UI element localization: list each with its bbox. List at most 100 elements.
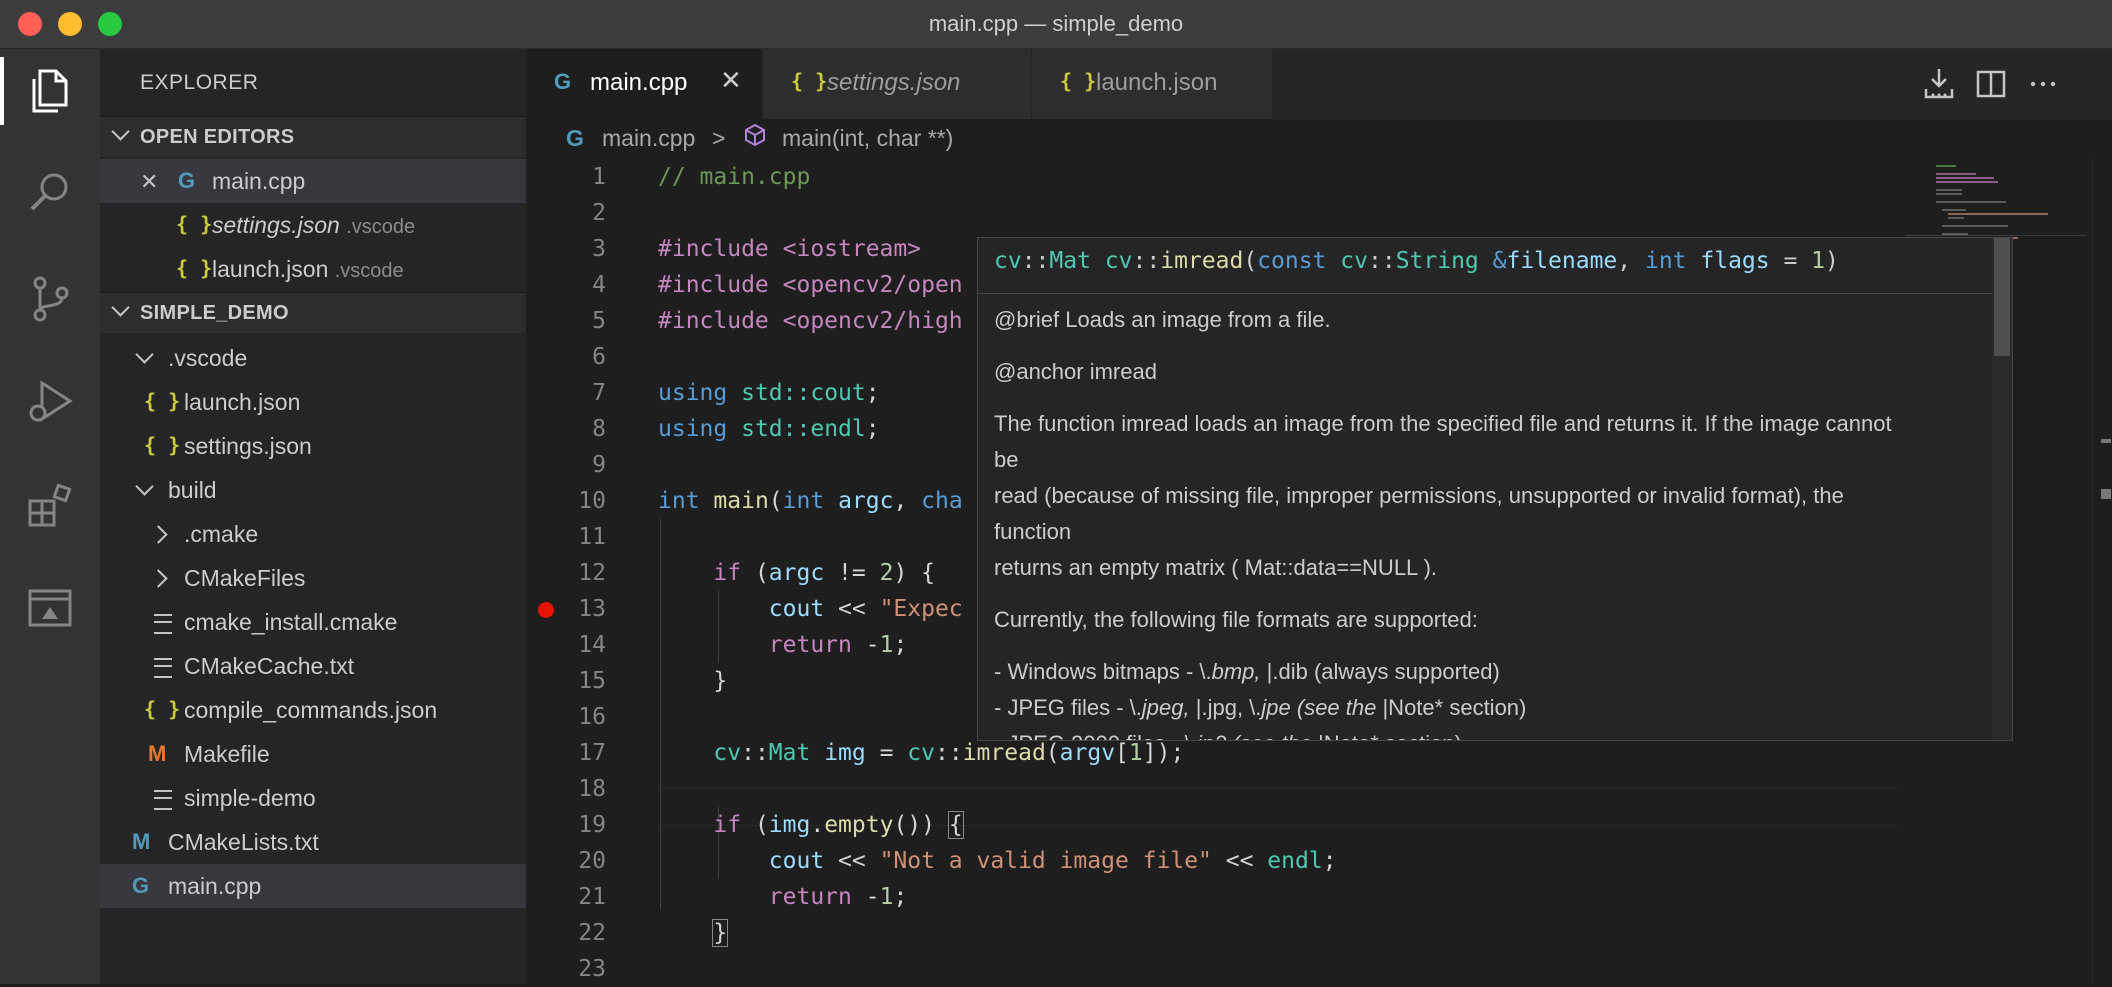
tree-item-main-cpp[interactable]: G main.cpp: [100, 864, 526, 908]
line-number: 21: [578, 884, 606, 910]
chevron-down-icon: [135, 345, 154, 364]
line-number: 1: [592, 164, 606, 190]
hover-separator: [978, 293, 2012, 294]
hover-scrollbar[interactable]: [1992, 238, 2012, 740]
tab-main-cpp[interactable]: G main.cpp ✕: [526, 49, 763, 119]
open-editor-label: main.cpp: [212, 168, 306, 194]
tree-item-settings-json[interactable]: { } settings.json: [100, 424, 526, 468]
code-line: return -1;: [768, 884, 908, 910]
tree-item-makefile[interactable]: M Makefile: [100, 732, 526, 776]
line-number: 2: [592, 200, 606, 226]
tree-item-cmakecache[interactable]: CMakeCache.txt: [100, 644, 526, 688]
source-control-icon[interactable]: [24, 273, 76, 325]
line-number: 20: [578, 848, 606, 874]
hover-documentation-widget[interactable]: cv::Mat cv::imread(const cv::String &fil…: [977, 237, 2013, 741]
line-number: 15: [578, 668, 606, 694]
open-editor-label: settings.json: [212, 212, 340, 238]
line-number: 16: [578, 704, 606, 730]
code-line: }: [712, 919, 729, 947]
tree-item-label: Makefile: [184, 741, 270, 767]
tree-item-label: CMakeFiles: [184, 565, 306, 591]
code-line: // main.cpp: [658, 164, 811, 190]
hover-scroll-thumb[interactable]: [1994, 238, 2010, 356]
doc-line: - JPEG 2000 files - \.jp2 (see the |Note…: [994, 726, 1984, 740]
open-editor-path: .vscode: [346, 216, 416, 238]
code-line: cout << "Expec: [768, 596, 963, 622]
json-file-icon: { }: [144, 433, 181, 457]
more-actions-icon[interactable]: [2024, 65, 2062, 103]
json-file-icon: { }: [1060, 69, 1097, 93]
json-file-icon: { }: [176, 212, 213, 236]
run-debug-icon[interactable]: [24, 375, 76, 427]
activity-bar: [0, 49, 100, 984]
symbol-method-icon: [742, 122, 768, 154]
line-number: 11: [578, 524, 606, 550]
text-file-icon: [154, 614, 172, 634]
explorer-icon[interactable]: [0, 57, 76, 125]
line-number: 8: [592, 416, 606, 442]
download-icon[interactable]: [1920, 65, 1958, 103]
code-line: #include <opencv2/open: [658, 272, 963, 298]
hover-doc-body: @brief Loads an image from a file. @anch…: [994, 302, 1984, 740]
tree-item-label: compile_commands.json: [184, 697, 438, 723]
chevron-right-icon: [149, 525, 168, 544]
code-line: cout << "Not a valid image file" << endl…: [768, 848, 1337, 874]
tree-item-compile-commands[interactable]: { } compile_commands.json: [100, 688, 526, 732]
line-number: 19: [578, 812, 606, 838]
line-number: 18: [578, 776, 606, 802]
cmake-file-icon: M: [132, 829, 151, 854]
extensions-icon[interactable]: [24, 479, 76, 531]
tree-item-cmake-install[interactable]: cmake_install.cmake: [100, 600, 526, 644]
search-icon[interactable]: [24, 167, 76, 219]
tree-item-label: simple-demo: [184, 785, 316, 811]
tree-item-build-folder[interactable]: build: [100, 468, 526, 512]
line-number: 17: [578, 740, 606, 766]
open-editor-item-launch-json[interactable]: { } launch.json .vscode: [100, 247, 526, 291]
editor-scrollbar[interactable]: [2092, 159, 2112, 984]
project-header[interactable]: SIMPLE_DEMO: [100, 292, 526, 333]
code-line: using std::endl;: [658, 416, 880, 442]
sidebar-title: EXPLORER: [140, 71, 259, 94]
json-file-icon: { }: [791, 69, 828, 93]
tab-settings-json[interactable]: { } settings.json: [763, 49, 1032, 119]
tree-item-cmake-folder[interactable]: .cmake: [100, 512, 526, 556]
breadcrumb-file[interactable]: main.cpp: [602, 125, 695, 152]
tree-item-vscode-folder[interactable]: .vscode: [100, 336, 526, 380]
split-editor-icon[interactable]: [1972, 65, 2010, 103]
doc-line: - JPEG files - \.jpeg, |.jpg, \.jpe (see…: [994, 695, 1527, 720]
code-line: if (img.empty()) {: [713, 811, 964, 839]
line-number: 9: [592, 452, 606, 478]
tree-item-simple-demo[interactable]: simple-demo: [100, 776, 526, 820]
open-editors-label: OPEN EDITORS: [140, 126, 295, 148]
doc-line: Currently, the following file formats ar…: [994, 607, 1478, 632]
close-tab-icon[interactable]: ✕: [720, 65, 742, 96]
tree-item-launch-json[interactable]: { } launch.json: [100, 380, 526, 424]
doc-line: - Windows bitmaps - \.bmp, |.dib (always…: [994, 659, 1500, 684]
tab-label: settings.json: [827, 69, 961, 96]
code-line: }: [713, 668, 728, 694]
tree-item-cmakelists[interactable]: M CMakeLists.txt: [100, 820, 526, 864]
breadcrumb-symbol[interactable]: main(int, char **): [782, 125, 953, 152]
line-number: 5: [592, 308, 606, 334]
cpp-file-icon: G: [132, 873, 150, 898]
chevron-right-icon: [149, 569, 168, 588]
chevron-down-icon: [111, 122, 130, 141]
json-file-icon: { }: [144, 389, 181, 413]
doc-line: @anchor imread: [994, 359, 1157, 384]
doc-line: returns an empty matrix ( Mat::data==NUL…: [994, 555, 1438, 580]
open-editors-header[interactable]: OPEN EDITORS: [100, 116, 526, 157]
doc-line: function: [994, 519, 1072, 544]
tab-launch-json[interactable]: { } launch.json: [1032, 49, 1273, 119]
line-number: 12: [578, 560, 606, 586]
tree-item-cmakefiles-folder[interactable]: CMakeFiles: [100, 556, 526, 600]
remote-explorer-icon[interactable]: [24, 583, 76, 635]
line-number: 4: [592, 272, 606, 298]
makefile-icon: M: [148, 741, 167, 766]
doc-line: The function imread loads an image from …: [994, 411, 1892, 436]
open-editor-item-main-cpp[interactable]: ✕ G main.cpp: [100, 159, 526, 203]
window-title: main.cpp — simple_demo: [928, 11, 1184, 36]
open-editor-item-settings-json[interactable]: { } settings.json .vscode: [100, 203, 526, 247]
chevron-down-icon: [111, 298, 130, 317]
close-icon[interactable]: ✕: [140, 169, 158, 195]
line-number: 14: [578, 632, 606, 658]
